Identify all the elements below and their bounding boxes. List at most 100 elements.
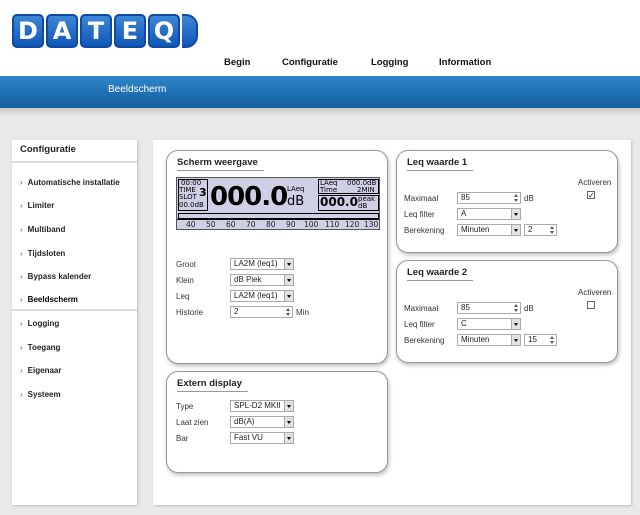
type-value: SPL-D2 MKII [234,401,281,410]
type-label: Type [176,402,194,411]
lcd-time2-value: 2MIN [357,186,375,194]
sidebar-title: Configuratie [20,144,76,155]
logo-letter: E [114,14,146,48]
chevron-down-icon [511,335,520,345]
groot-select[interactable]: LA2M (leq1) [230,258,294,270]
page-heading: Beeldscherm [108,84,167,95]
scale-tick: 50 [206,220,216,229]
sidebar-item-logging[interactable]: › Logging [20,319,59,328]
chevron-right-icon: › [20,390,23,399]
sidebar-item-label: Eigenaar [27,366,62,375]
chevron-down-icon [284,291,293,301]
nav-configuratie[interactable]: Configuratie [282,57,338,68]
chevron-right-icon: › [20,201,23,210]
berekening-number: 15 [528,335,537,344]
sidebar-item-label: Toegang [27,343,61,352]
chevron-down-icon [284,401,293,411]
chevron-down-icon [511,225,520,235]
activeren-label: Activeren [578,288,612,297]
groot-value: LA2M (leq1) [234,259,278,268]
activeren-checkbox[interactable]: ✓ [587,191,595,200]
check-icon: ✓ [588,191,595,200]
leq-waarde-1-panel: Leq waarde 1 Activeren ✓ Maximaal 85 dB … [396,150,618,253]
sidebar-item-systeem[interactable]: › Systeem [20,390,61,399]
sidebar-item-label: Automatische installatie [27,178,120,187]
spin-arrows-icon[interactable] [513,303,520,313]
section-bar [0,76,640,108]
logo-letter: Q [148,14,180,48]
lcd-slot-number: 3 [199,186,207,199]
maximaal-unit: dB [524,304,534,313]
nav-begin[interactable]: Begin [224,57,250,68]
dateq-logo[interactable]: D A T E Q [12,14,198,52]
logo-letter: D [12,14,44,48]
chevron-right-icon: › [20,272,23,281]
maximaal-stepper[interactable]: 85 [457,192,521,204]
historie-label: Historie [176,308,204,317]
panel-title: Leq waarde 1 [407,157,474,171]
chevron-right-icon: › [20,225,23,234]
spin-arrows-icon[interactable] [549,225,556,235]
leq-select[interactable]: LA2M (leq1) [230,290,294,302]
sidebar-item-tijdsloten[interactable]: › Tijdsloten [20,249,65,258]
lcd-scale: 40 50 60 70 80 90 100 110 120 130 [177,219,379,229]
chevron-down-icon [284,417,293,427]
bar-select[interactable]: Fast VU [230,432,294,444]
lcd-peak-unit: dB [358,202,368,210]
chevron-right-icon: › [20,249,23,258]
type-select[interactable]: SPL-D2 MKII [230,400,294,412]
sidebar-item-beeldscherm[interactable]: › Beeldscherm [20,295,78,304]
logo-tail [182,14,198,48]
sidebar-divider [12,161,137,163]
sidebar-item-bypass-kalender[interactable]: › Bypass kalender [20,272,91,281]
spin-arrows-icon[interactable] [513,193,520,203]
chevron-right-icon: › [20,343,23,352]
maximaal-stepper[interactable]: 85 [457,302,521,314]
sidebar-item-eigenaar[interactable]: › Eigenaar [20,366,61,375]
sidebar-item-label: Logging [27,319,60,328]
historie-value: 2 [234,307,239,316]
leq-filter-label: Leq filter [404,320,435,329]
chevron-down-icon [511,209,520,219]
berekening-value: Minuten [461,225,490,234]
activeren-checkbox[interactable] [587,301,595,309]
berekening-select[interactable]: Minuten [457,334,521,346]
bar-label: Bar [176,434,189,443]
historie-unit: Min [296,308,309,317]
laat-zien-label: Laat zien [176,418,209,427]
sidebar: Configuratie › Automatische installatie ›… [12,140,137,505]
scale-tick: 110 [325,220,340,229]
sidebar-item-limiter[interactable]: › Limiter [20,201,54,210]
panel-title: Extern display [177,378,248,392]
sidebar-item-label: Bypass kalender [27,272,92,281]
klein-select[interactable]: dB Piek [230,274,294,286]
chevron-right-icon: › [20,366,23,375]
berekening-select[interactable]: Minuten [457,224,521,236]
klein-label: Klein [176,276,194,285]
top-navigation: Begin Configuratie Logging Information [0,57,640,71]
nav-information[interactable]: Information [439,57,491,68]
maximaal-value: 85 [461,303,470,312]
leq-filter-select[interactable]: A [457,208,521,220]
lcd-peak-value: 000.0 [320,195,358,209]
sidebar-item-automatische-installatie[interactable]: › Automatische installatie [20,178,120,187]
leq-filter-select[interactable]: C [457,318,521,330]
berekening-number: 2 [528,225,533,234]
nav-logging[interactable]: Logging [371,57,408,68]
berekening-stepper[interactable]: 2 [524,224,557,236]
lcd-big-unit: dB [287,194,305,209]
sidebar-item-multiband[interactable]: › Multiband [20,225,65,234]
spin-arrows-icon[interactable] [285,307,292,317]
leq-filter-value: A [461,209,467,218]
historie-stepper[interactable]: 2 [230,306,293,318]
berekening-stepper[interactable]: 15 [524,334,557,346]
berekening-label: Berekening [404,226,445,235]
sidebar-item-label: Multiband [27,225,66,234]
spin-arrows-icon[interactable] [549,335,556,345]
laat-zien-select[interactable]: dB(A) [230,416,294,428]
chevron-right-icon: › [20,295,23,304]
scale-tick: 90 [286,220,296,229]
sidebar-item-toegang[interactable]: › Toegang [20,343,60,352]
chevron-down-icon [284,275,293,285]
logo-letter: A [46,14,78,48]
